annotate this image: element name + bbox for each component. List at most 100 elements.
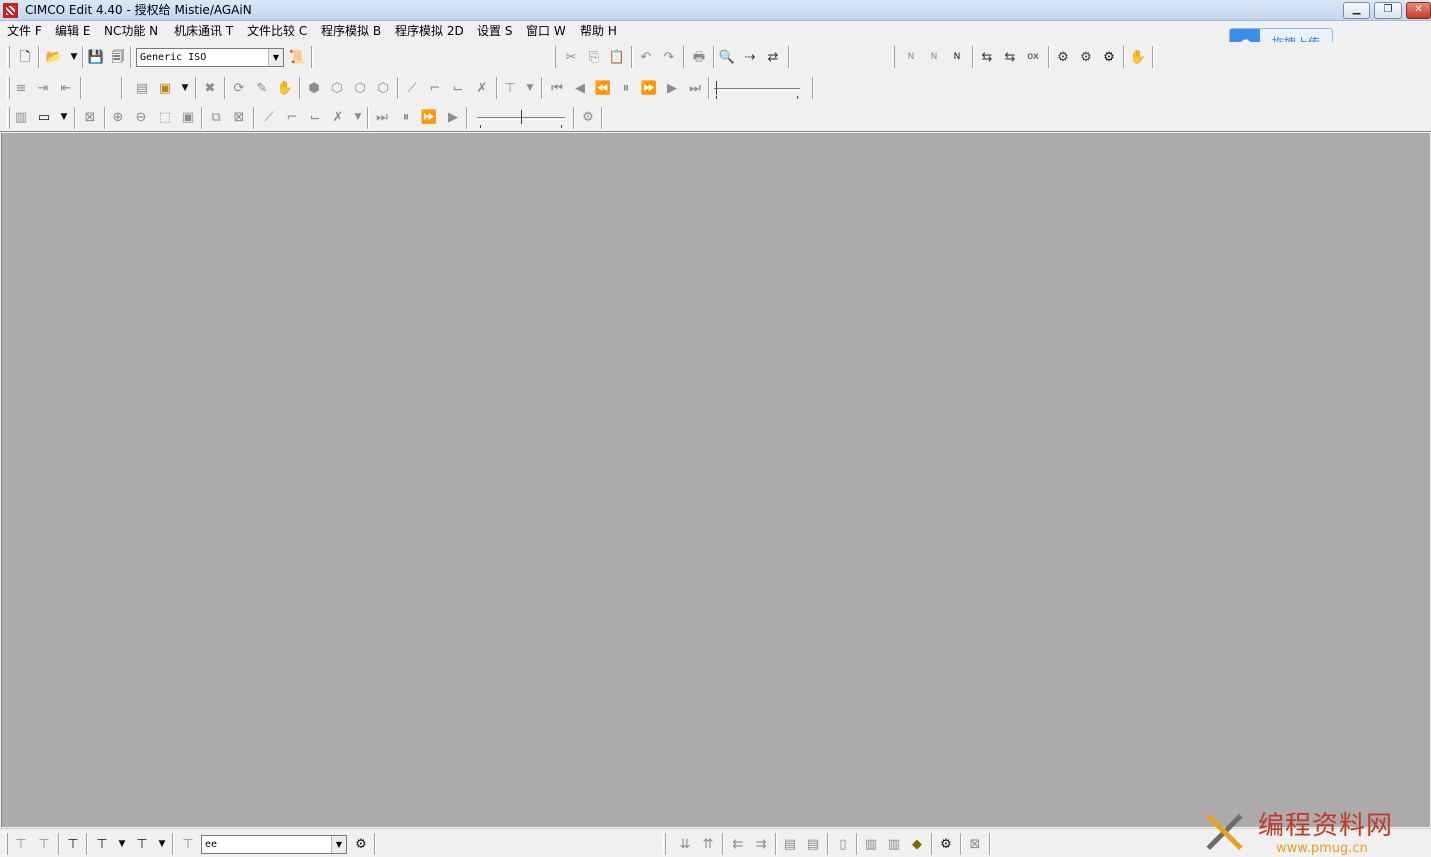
find-icon[interactable]: 🔍 [717, 47, 737, 67]
chevron-down-icon[interactable]: ▼ [268, 49, 283, 66]
step-forward-icon[interactable]: ⏩ [639, 78, 659, 98]
pause-icon[interactable]: ⏸ [616, 78, 636, 98]
clear-icon[interactable]: ✖ [200, 78, 220, 98]
tool-list-dropdown-icon[interactable]: ▼ [524, 78, 536, 98]
merge-down-icon[interactable]: ⇊ [675, 834, 695, 854]
machine-select[interactable]: Generic ISO ▼ [136, 48, 284, 67]
rotate-icon[interactable]: ⟳ [229, 78, 249, 98]
layers-icon[interactable]: ◆ [907, 834, 927, 854]
tree-add-icon[interactable]: ⊤ [63, 834, 83, 854]
view-top-icon[interactable]: ⬡ [327, 78, 347, 98]
zoom-out-icon[interactable]: ⊖ [131, 107, 151, 127]
tool-path-icon[interactable]: ⟋ [259, 107, 279, 127]
toolbar-grip[interactable] [663, 833, 666, 855]
back-icon[interactable]: ◀ [570, 78, 590, 98]
close-button[interactable]: ✕ [1406, 2, 1431, 19]
toolbar-grip[interactable] [553, 46, 556, 68]
cut-icon[interactable]: ✂ [561, 47, 581, 67]
chevron-down-icon[interactable]: ▼ [331, 836, 346, 853]
last-icon[interactable]: ⏭ [685, 78, 705, 98]
compare-left-icon[interactable]: ⇇ [728, 834, 748, 854]
minimize-button[interactable]: ▁ [1343, 2, 1370, 19]
document-down-icon[interactable]: ▤ [803, 834, 823, 854]
document-icon[interactable]: ▤ [132, 78, 152, 98]
open-file-icon[interactable]: 📂 [44, 47, 64, 67]
view-solid-icon[interactable]: ⬢ [304, 78, 324, 98]
zoom-in-icon[interactable]: ⊕ [108, 107, 128, 127]
tool-icon[interactable]: ⚙ [1053, 47, 1073, 67]
pages-edit-icon[interactable]: ▥ [884, 834, 904, 854]
ox-icon[interactable]: ox [1023, 47, 1043, 67]
redo-icon[interactable]: ↷ [659, 47, 679, 67]
tree-open-icon[interactable]: ⊤ [92, 834, 112, 854]
toolbar-grip[interactable] [892, 46, 895, 68]
align-icon[interactable]: ≡ [11, 78, 31, 98]
compare-right-icon[interactable]: ⇉ [751, 834, 771, 854]
options-icon[interactable]: ⚙ [578, 107, 598, 127]
play-icon[interactable]: ▶ [443, 107, 463, 127]
tool-cross-icon[interactable]: ✗ [472, 78, 492, 98]
tool-list-icon[interactable]: ⊤ [500, 78, 520, 98]
tree-open-dropdown-icon[interactable]: ▼ [116, 834, 128, 854]
save-icon[interactable]: 💾 [86, 47, 106, 67]
menu-window[interactable]: 窗口 W [524, 24, 568, 38]
toolbar-grip[interactable] [5, 833, 8, 855]
outdent-icon[interactable]: ⇤ [56, 78, 76, 98]
tool-path-icon[interactable]: ⟋ [402, 78, 422, 98]
menu-nc[interactable]: NC功能 N [102, 24, 160, 38]
mdi-workspace[interactable] [1, 133, 1430, 827]
copy-icon[interactable]: ⎘ [584, 47, 604, 67]
save-all-icon[interactable]: 🗐 [108, 47, 128, 67]
slider-thumb[interactable] [716, 81, 719, 95]
slider-thumb[interactable] [521, 110, 524, 124]
replace-icon[interactable]: ⇄ [763, 47, 783, 67]
print-icon[interactable]: 🖶 [689, 47, 709, 67]
tree-icon[interactable]: ⊤ [11, 834, 31, 854]
menu-machine[interactable]: 机床通讯 T [172, 24, 235, 38]
tool-cross-icon[interactable]: ✗ [328, 107, 348, 127]
view-split-icon[interactable]: ⧉ [206, 107, 226, 127]
first-icon[interactable]: ⏮ [547, 78, 567, 98]
config-icon[interactable]: ⚙ [1099, 47, 1119, 67]
toolbar-grip[interactable] [7, 107, 10, 129]
maximize-button[interactable]: ❐ [1374, 2, 1402, 19]
menu-help[interactable]: 帮助 H [578, 24, 619, 38]
indent-icon[interactable]: ⇥ [33, 78, 53, 98]
new-file-icon[interactable]: 🗋 [15, 47, 35, 67]
pages-icon[interactable]: ▥ [861, 834, 881, 854]
menu-simulate-2d[interactable]: 程序模拟 2D [393, 24, 466, 38]
tool-hook-icon[interactable]: ⌙ [305, 107, 325, 127]
menu-compare[interactable]: 文件比较 C [245, 24, 309, 38]
toolbar-grip[interactable] [7, 46, 10, 68]
tool-mill-icon[interactable]: ⌐ [425, 78, 445, 98]
hand-icon[interactable]: ✋ [1128, 47, 1148, 67]
run-to-icon[interactable]: ⏭ [372, 107, 392, 127]
pause-icon[interactable]: ⏸ [396, 107, 416, 127]
window-dropdown-icon[interactable]: ▼ [58, 107, 70, 127]
menu-file[interactable]: 文件 F [5, 24, 44, 38]
view-side-icon[interactable]: ⬡ [373, 78, 393, 98]
toolbar-grip[interactable] [7, 77, 10, 99]
menu-settings[interactable]: 设置 S [475, 24, 514, 38]
post-icon[interactable]: 📜 [287, 47, 307, 67]
settings-icon[interactable]: ⚙ [351, 834, 371, 854]
document-up-icon[interactable]: ▤ [780, 834, 800, 854]
backplot-dropdown-icon[interactable]: ▼ [179, 78, 191, 98]
zoom-slider[interactable] [477, 108, 565, 128]
play-icon[interactable]: ▶ [662, 78, 682, 98]
step-back-icon[interactable]: ⏪ [593, 78, 613, 98]
remove-numbers-icon[interactable]: N [924, 47, 944, 67]
layout-icon[interactable]: ▥ [11, 107, 31, 127]
tree-save-dropdown-icon[interactable]: ▼ [156, 834, 168, 854]
remove-comments-icon[interactable]: ⇆ [1000, 47, 1020, 67]
step-forward-icon[interactable]: ⏩ [419, 107, 439, 127]
filter-icon[interactable]: ⊤ [178, 834, 198, 854]
close-compare-icon[interactable]: ⊠ [965, 834, 985, 854]
insert-spaces-icon[interactable]: ⇆ [977, 47, 997, 67]
view-front-icon[interactable]: ⬡ [350, 78, 370, 98]
settings-icon[interactable]: ⚙ [1076, 47, 1096, 67]
open-dropdown-icon[interactable]: ▼ [68, 47, 80, 67]
paste-icon[interactable]: 📋 [607, 47, 627, 67]
zoom-window-icon[interactable]: ⬚ [155, 107, 175, 127]
find-next-icon[interactable]: ⇢ [740, 47, 760, 67]
